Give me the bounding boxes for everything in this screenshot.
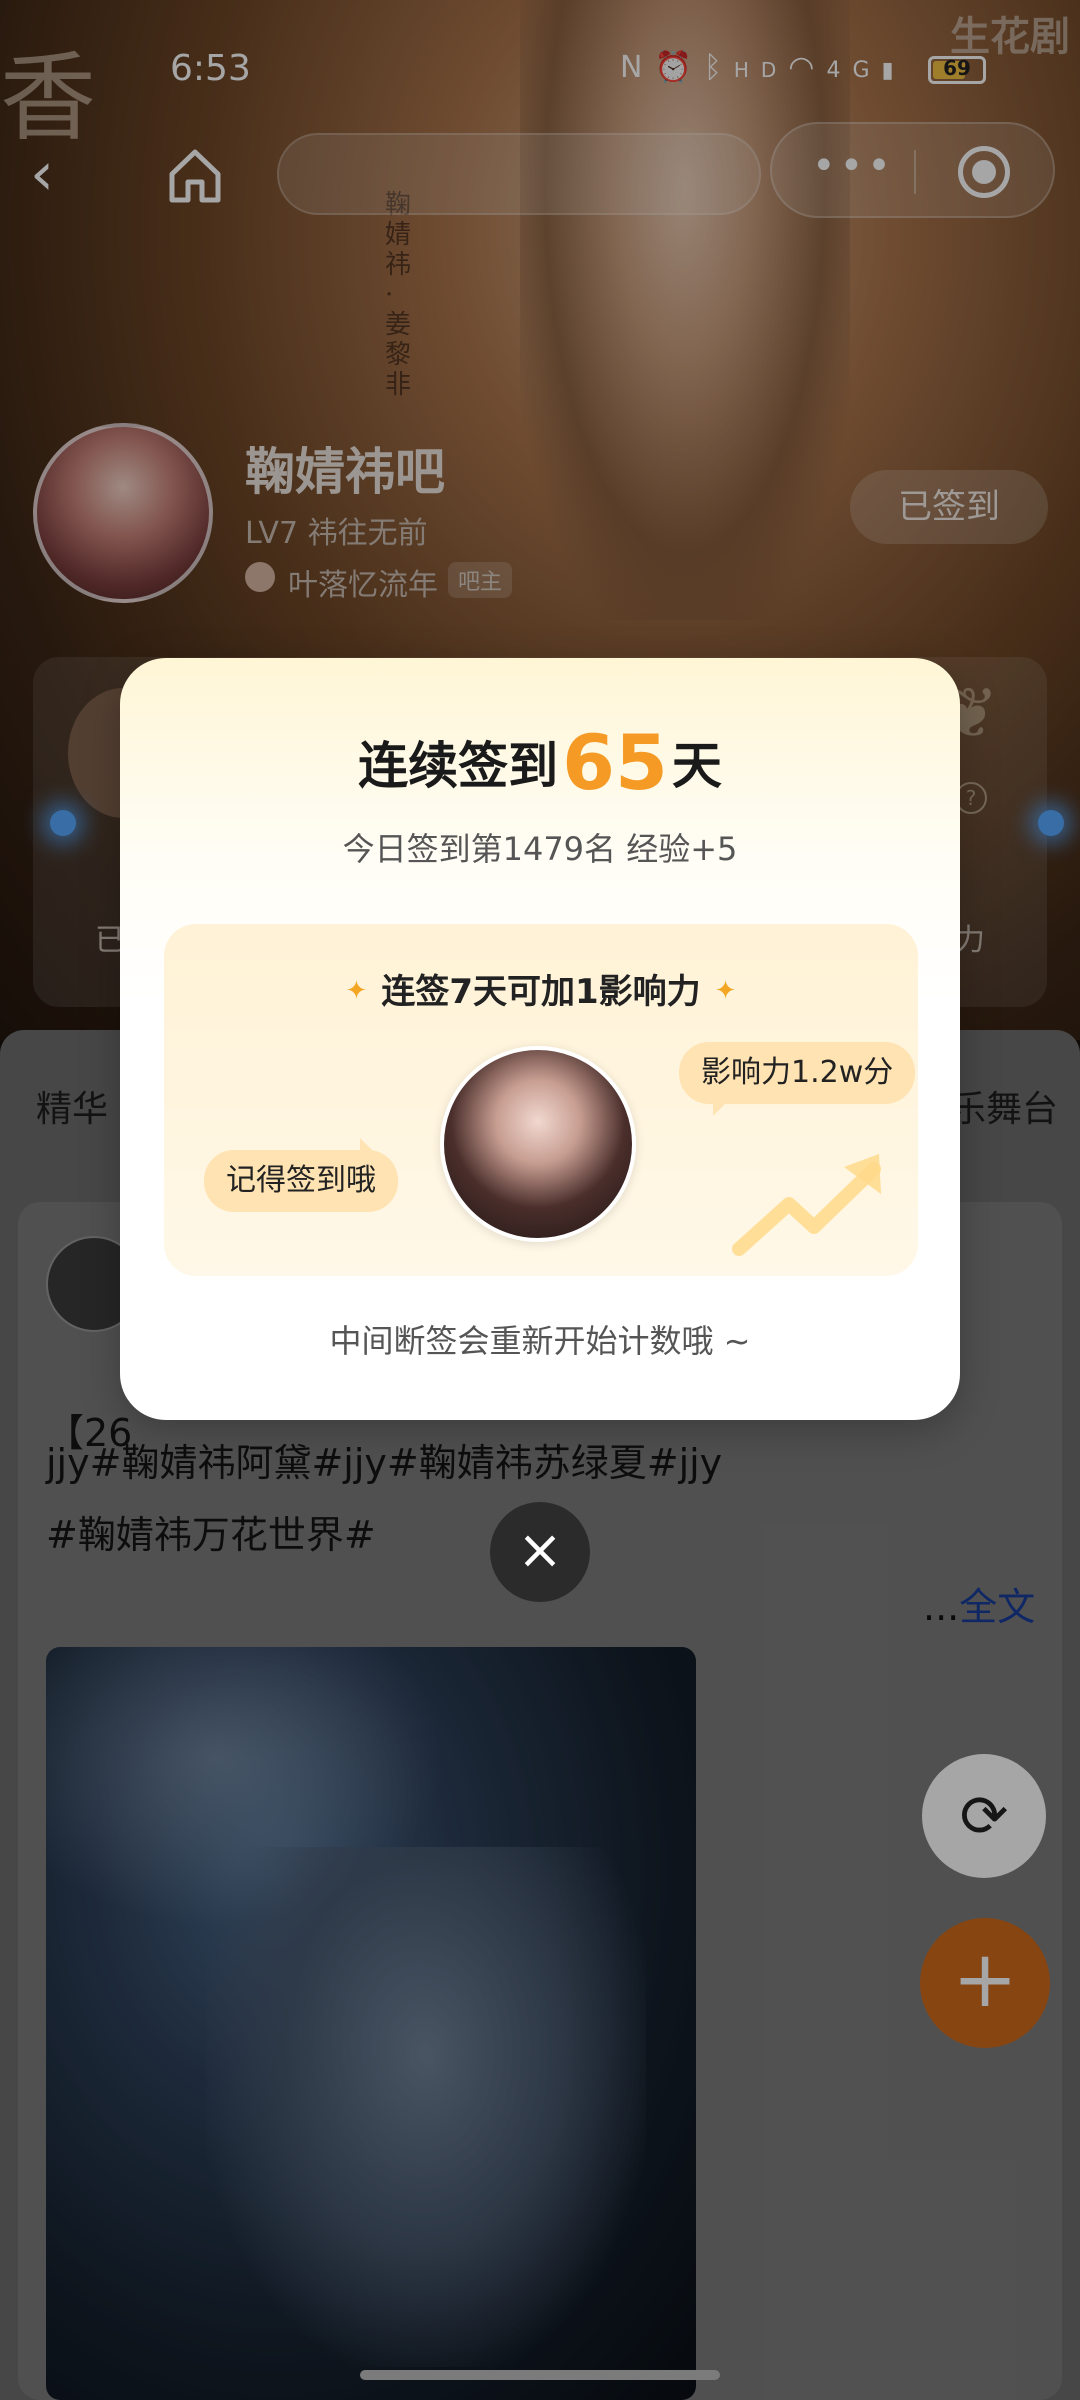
reminder-bubble: 记得签到哦 (204, 1138, 398, 1212)
influence-bubble: 影响力1.2w分 (679, 1042, 916, 1116)
signin-rank: 今日签到第1479名 经验+5 (342, 830, 738, 868)
modal-title: 连续签到65天 (120, 718, 960, 807)
streak-days: 65 (562, 718, 668, 807)
close-icon[interactable]: × (490, 1502, 590, 1602)
title-prefix: 连续签到 (358, 737, 559, 795)
panel-title-text: 连签7天可加1影响力 (381, 972, 701, 1012)
title-suffix: 天 (671, 737, 722, 795)
signin-success-modal: 连续签到65天 今日签到第1479名 经验+5 ✦ 连签7天可加1影响力 ✦ 记得签… (120, 658, 960, 1420)
panel-title: ✦ 连签7天可加1影响力 ✦ (164, 964, 918, 1013)
modal-footnote: 中间断签会重新开始计数哦 ~ (329, 1322, 751, 1360)
influence-panel: ✦ 连签7天可加1影响力 ✦ 记得签到哦 影响力1.2w分 (164, 924, 918, 1276)
sparkle-icon: ✦ (714, 976, 737, 1006)
user-avatar (440, 1046, 636, 1242)
trend-up-icon (732, 1154, 881, 1256)
sparkle-icon: ✦ (345, 976, 368, 1006)
